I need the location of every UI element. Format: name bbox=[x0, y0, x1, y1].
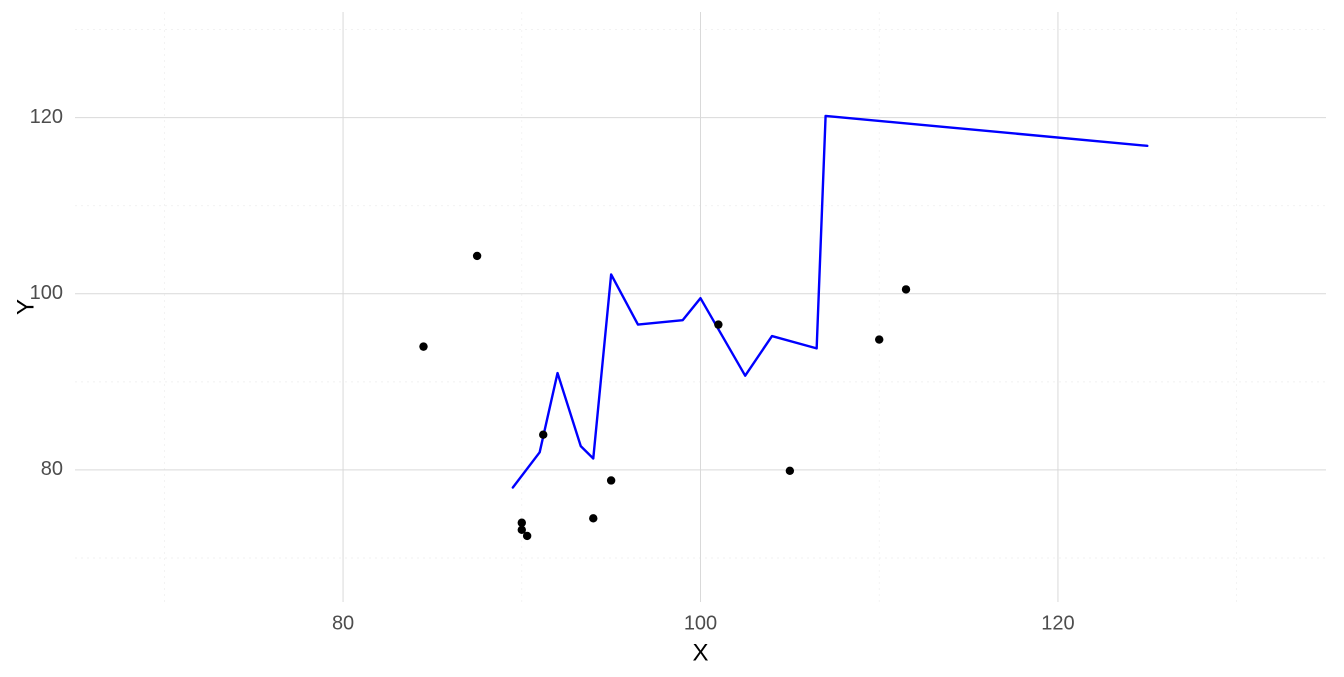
x-tick-label: 120 bbox=[1041, 612, 1074, 634]
x-tick-label: 100 bbox=[684, 612, 717, 634]
chart-container: 8010012080100120XY bbox=[0, 0, 1344, 672]
data-point bbox=[902, 285, 910, 293]
data-point bbox=[523, 532, 531, 540]
x-axis-title: X bbox=[692, 639, 708, 666]
data-point bbox=[518, 519, 526, 527]
data-point bbox=[786, 467, 794, 475]
data-point bbox=[473, 252, 481, 260]
chart-svg: 8010012080100120XY bbox=[0, 0, 1344, 672]
data-point bbox=[539, 430, 547, 438]
data-point bbox=[589, 514, 597, 522]
y-tick-label: 120 bbox=[30, 106, 63, 128]
data-point bbox=[875, 335, 883, 343]
plot-area: 8010012080100120XY bbox=[12, 12, 1326, 666]
data-point bbox=[607, 476, 615, 484]
x-tick-label: 80 bbox=[332, 612, 354, 634]
y-tick-label: 80 bbox=[41, 458, 63, 480]
data-point bbox=[714, 320, 722, 328]
data-point bbox=[419, 342, 427, 350]
y-axis-title: Y bbox=[12, 299, 39, 315]
